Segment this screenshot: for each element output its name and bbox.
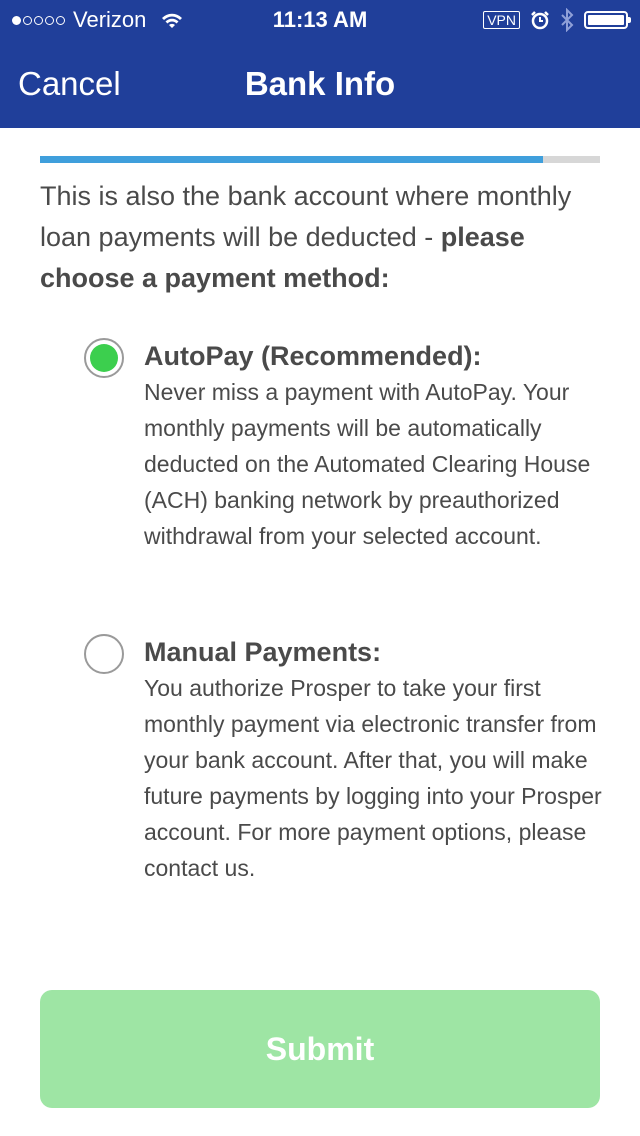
alarm-icon	[531, 11, 549, 30]
autopay-option-text: AutoPay (Recommended): Never miss a paym…	[144, 338, 604, 554]
navigation-bar: Cancel Bank Info	[0, 40, 640, 128]
autopay-radio-button[interactable]	[84, 338, 124, 378]
status-bar: Verizon 11:13 AM VPN	[0, 0, 640, 40]
manual-option-description: You authorize Prosper to take your first…	[144, 675, 602, 881]
page-title: Bank Info	[244, 65, 396, 102]
manual-option-title: Manual Payments:	[144, 637, 382, 667]
manual-payments-radio-button[interactable]	[84, 634, 124, 674]
progress-bar	[40, 156, 600, 163]
submit-button[interactable]: Submit	[40, 990, 600, 1108]
autopay-option-description: Never miss a payment with AutoPay. Your …	[144, 379, 591, 549]
radio-selected-indicator	[90, 344, 118, 372]
status-bar-right: VPN	[483, 8, 631, 32]
bluetooth-icon	[561, 8, 574, 32]
progress-bar-fill	[40, 156, 543, 163]
intro-text: This is also the bank account where mont…	[40, 176, 605, 299]
battery-icon	[584, 11, 631, 29]
manual-option-text: Manual Payments: You authorize Prosper t…	[144, 634, 604, 886]
vpn-badge: VPN	[483, 11, 520, 29]
autopay-option-title: AutoPay (Recommended):	[144, 341, 482, 371]
